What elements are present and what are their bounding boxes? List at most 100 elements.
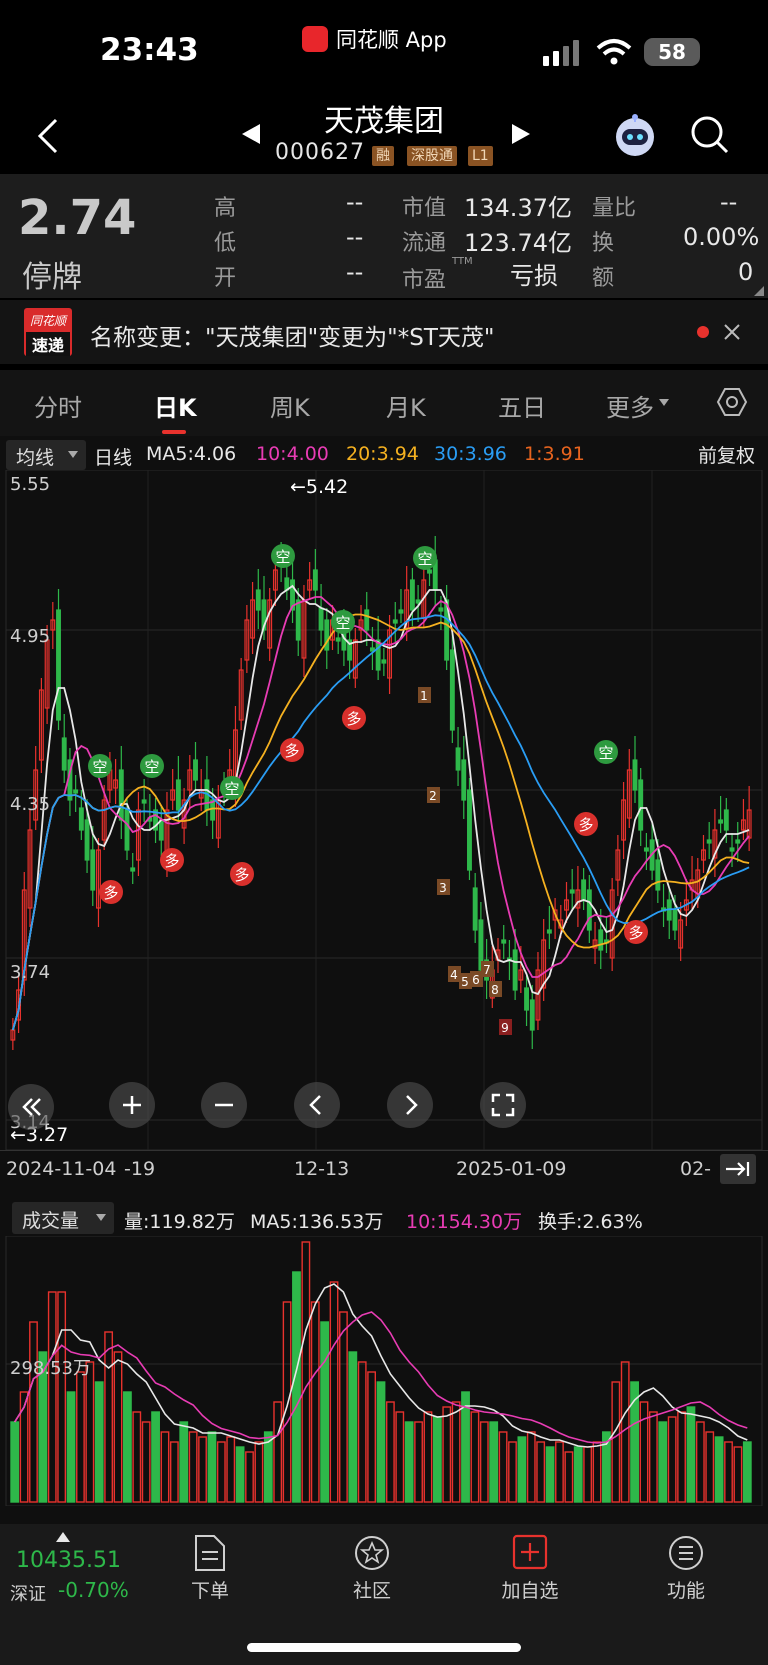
tab-daily-k[interactable]: 日K [154,388,197,423]
community-button[interactable]: 社区 [340,1532,404,1602]
chevron-left-icon [309,1095,321,1115]
label-float-cap: 流通 [402,231,447,256]
close-icon[interactable] [724,324,740,340]
next-stock-icon[interactable] [510,122,532,146]
kline-chart[interactable]: 空空空空空空空多多多多多多多1234 5 6789 [0,470,768,1150]
candle-body [141,799,147,804]
chevron-right-icon [406,1095,418,1115]
jump-latest-button[interactable] [720,1154,756,1184]
candle-body [61,737,67,771]
robot-assistant-icon[interactable] [612,112,658,158]
volume-bar [414,1421,423,1503]
volume-bar [301,1241,311,1503]
turnover-rate: 换手:2.63% [538,1211,643,1233]
scroll-right-button[interactable] [387,1082,433,1128]
label-pe-ttm: TTM [452,256,473,267]
volume-bar [611,1381,621,1503]
scroll-start-button[interactable] [8,1084,54,1130]
order-label: 下单 [190,1580,229,1602]
y-label-2: 4.95 [10,626,51,647]
value-low: -- [346,223,364,251]
volume-bar [310,1301,320,1503]
news-logo-bottom: 速递 [26,332,70,356]
date-label-5: 02- [680,1158,712,1180]
sequence-number: 3 [439,881,447,895]
ma-selector-label: 均线 [16,447,55,469]
candle-body [735,839,741,844]
tab-more[interactable]: 更多 [606,388,654,423]
volume-bar [526,1431,536,1503]
tab-intraday[interactable]: 分时 [34,388,82,423]
caret-up-icon [56,1532,70,1542]
adjust-mode[interactable]: 前复权 [698,441,755,468]
y-label-3: 4.35 [10,794,51,815]
candle-body [392,619,398,624]
tag-margin: 融 [372,146,394,166]
chevron-down-icon [96,1214,106,1221]
scroll-left-button[interactable] [294,1082,340,1128]
label-amount: 额 [592,266,615,291]
candle-body [655,859,661,891]
candle-body [455,747,461,771]
volume-bar [395,1411,405,1503]
sequence-number: 2 [429,789,437,803]
candle-body [461,759,467,801]
add-watchlist-label: 加自选 [501,1580,559,1602]
community-star-icon [355,1536,389,1570]
index-value[interactable]: 10435.51 [16,1548,121,1573]
volume-bar [742,1441,752,1503]
volume-bar [658,1421,668,1503]
label-open: 开 [214,266,237,291]
volume-selector[interactable]: 成交量 [12,1202,114,1234]
volume-chart[interactable] [0,1236,768,1506]
fullscreen-button[interactable] [480,1082,526,1128]
sequence-number: 5 [461,975,469,989]
signal-icon [543,40,579,66]
volume-bar [151,1411,160,1503]
candle-body [449,649,455,731]
zoom-in-button[interactable] [109,1082,155,1128]
volume-selector-label: 成交量 [22,1210,80,1232]
candle-body [409,579,415,611]
volume-bar [545,1446,555,1503]
order-button[interactable]: 下单 [178,1532,242,1602]
tab-monthly-k[interactable]: 月K [386,388,426,423]
add-watchlist-button[interactable]: 加自选 [496,1532,564,1602]
value-high: -- [346,188,364,216]
volume-bar [169,1441,179,1503]
label-low: 低 [214,231,237,256]
volume-bar [245,1451,254,1503]
short-signal-label: 空 [275,548,290,566]
search-icon[interactable] [690,115,730,155]
sequence-number: 9 [501,1021,509,1035]
candle-body [438,607,444,612]
candle-body [255,589,261,611]
candle-body [467,789,472,871]
tab-five-day[interactable]: 五日 [498,388,546,423]
label-high: 高 [214,196,237,221]
candle-body [672,909,678,931]
volume-bar [123,1391,132,1503]
volume-bar [357,1361,367,1503]
long-signal-label: 多 [234,866,249,884]
ma-selector[interactable]: 均线 [6,440,86,470]
home-indicator [247,1643,521,1652]
status-app[interactable]: 同花顺 App [302,24,447,54]
news-text[interactable]: 名称变更："天茂集团"变更为"*ST天茂" [90,318,494,352]
sequence-number: 1 [420,689,428,703]
date-label-1: 2024-11-04 [6,1158,117,1180]
volume-bar [536,1441,546,1503]
long-signal-label: 多 [103,884,118,902]
volume-bar [573,1446,583,1503]
value-float-cap: 123.74亿 [464,229,572,257]
volume-bar [113,1351,123,1503]
expand-corner-icon[interactable] [754,286,764,296]
functions-button[interactable]: 功能 [654,1532,718,1602]
double-chevron-left-icon [22,1098,41,1116]
candle-body [124,809,130,851]
settings-hexagon-icon[interactable] [716,386,748,418]
tab-weekly-k[interactable]: 周K [270,388,310,423]
zoom-out-button[interactable] [201,1082,247,1128]
volume-ma10: 10:154.30万 [406,1211,523,1233]
volume-bar [686,1406,696,1503]
